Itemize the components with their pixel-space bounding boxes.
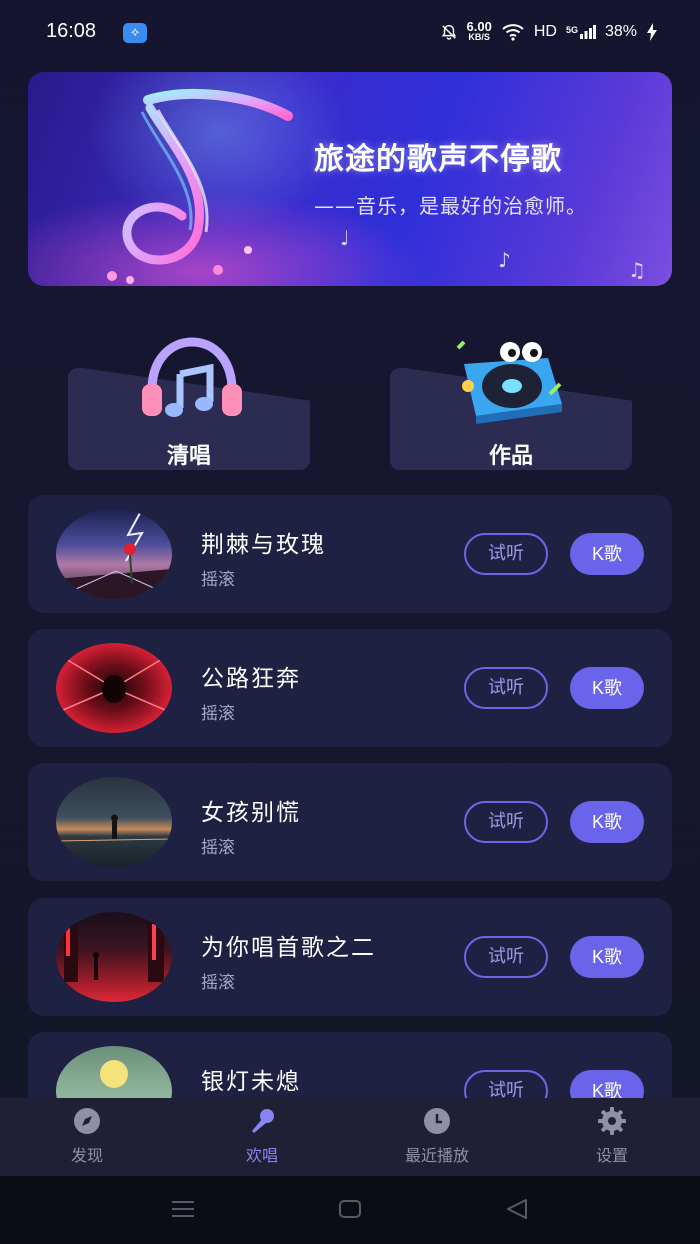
- status-bar: 16:08 ⟡ 6.00 KB/S HD 5G 38%: [0, 0, 700, 68]
- status-icons: 6.00 KB/S HD 5G 38%: [440, 19, 658, 42]
- wifi-icon: [502, 24, 524, 41]
- usb-icon: ⟡: [123, 23, 147, 43]
- cover-art: [100, 1060, 128, 1088]
- song-title: 荆棘与玫瑰: [201, 532, 326, 558]
- signal-bars-icon: [579, 25, 596, 39]
- song-title: 为你唱首歌之二: [201, 935, 376, 961]
- preview-button[interactable]: 试听: [464, 936, 548, 978]
- song-title: 公路狂奔: [201, 666, 301, 692]
- nav-label: 设置: [595, 1146, 628, 1165]
- karaoke-button[interactable]: K歌: [570, 533, 644, 575]
- microphone-icon: [252, 1109, 274, 1133]
- network-speed-unit: KB/S: [468, 32, 490, 42]
- headphones-music-icon: [142, 337, 242, 417]
- song-cover: [56, 1046, 172, 1098]
- cell-signal: 5G: [566, 25, 596, 39]
- mode-card-label: 作品: [488, 444, 533, 469]
- nav-item-settings[interactable]: 设置: [552, 1098, 672, 1176]
- song-cover: [56, 509, 172, 599]
- promo-banner[interactable]: ♩ ♪ ♫ 旅途的歌声不停歌 ——音乐，是最好的治愈师。: [28, 72, 672, 286]
- music-note-icon: ♪: [498, 248, 511, 272]
- menu-icon[interactable]: [170, 1198, 196, 1220]
- nav-label: 发现: [70, 1146, 103, 1165]
- banner-title: 旅途的歌声不停歌: [314, 142, 562, 177]
- karaoke-button[interactable]: K歌: [570, 936, 644, 978]
- music-note-icon: ♫: [628, 258, 646, 282]
- mute-bell-icon: [441, 24, 456, 40]
- cover-art: [56, 652, 172, 714]
- song-row[interactable]: 女孩别慌 摇滚 试听 K歌: [28, 763, 672, 881]
- song-genre: 摇滚: [201, 838, 235, 858]
- nav-label: 最近播放: [404, 1146, 469, 1165]
- network-speed: 6.00 KB/S: [466, 19, 492, 42]
- song-genre: 摇滚: [201, 570, 235, 590]
- song-genre: 摇滚: [201, 704, 235, 724]
- song-row[interactable]: 荆棘与玫瑰 摇滚 试听 K歌: [28, 495, 672, 613]
- song-row[interactable]: 为你唱首歌之二 摇滚 试听 K歌: [28, 898, 672, 1016]
- clock-icon: [424, 1108, 450, 1134]
- song-cover: [56, 912, 172, 1002]
- preview-button[interactable]: 试听: [464, 533, 548, 575]
- nav-label: 欢唱: [245, 1146, 278, 1165]
- bottom-navigation: 发现 欢唱 最近播放 设置: [0, 1098, 700, 1176]
- mode-card-label: 清唱: [166, 444, 211, 469]
- preview-button[interactable]: 试听: [464, 667, 548, 709]
- gear-icon: [598, 1107, 626, 1135]
- nav-item-discover[interactable]: 发现: [27, 1098, 147, 1176]
- status-time: 16:08: [46, 20, 97, 42]
- charging-icon: [647, 23, 657, 41]
- preview-button[interactable]: 试听: [464, 801, 548, 843]
- song-row[interactable]: 公路狂奔 摇滚 试听 K歌: [28, 629, 672, 747]
- music-note-graphic: [107, 88, 293, 284]
- cover-art: [56, 814, 172, 842]
- hd-indicator: HD: [533, 23, 557, 40]
- song-title: 女孩别慌: [201, 800, 301, 826]
- compass-icon: [74, 1108, 100, 1134]
- cover-art: [56, 512, 172, 599]
- nav-item-sing[interactable]: 欢唱: [202, 1098, 322, 1176]
- music-note-icon: ♩: [340, 226, 350, 250]
- nav-item-recent[interactable]: 最近播放: [377, 1098, 497, 1176]
- turntable-icon: [456, 340, 562, 424]
- mode-card-acappella[interactable]: 清唱: [68, 337, 310, 470]
- home-icon[interactable]: [337, 1198, 363, 1220]
- karaoke-button[interactable]: K歌: [570, 667, 644, 709]
- banner-subtitle: ——音乐，是最好的治愈师。: [314, 194, 587, 218]
- cover-art: [64, 918, 164, 982]
- battery-percent: 38%: [604, 23, 637, 40]
- mode-card-works[interactable]: 作品: [390, 340, 632, 470]
- back-icon[interactable]: [504, 1198, 530, 1220]
- preview-button[interactable]: 试听: [464, 1070, 548, 1098]
- song-cover: [56, 643, 172, 733]
- system-navigation-bar: [0, 1176, 700, 1244]
- karaoke-button[interactable]: K歌: [570, 801, 644, 843]
- karaoke-button[interactable]: K歌: [570, 1070, 644, 1098]
- song-title: 银灯未熄: [201, 1069, 301, 1095]
- network-type: 5G: [565, 25, 578, 35]
- song-genre: 摇滚: [201, 973, 235, 993]
- song-cover: [56, 777, 172, 867]
- song-row[interactable]: 银灯未熄 试听 K歌: [28, 1032, 672, 1098]
- network-speed-value: 6.00: [466, 19, 492, 34]
